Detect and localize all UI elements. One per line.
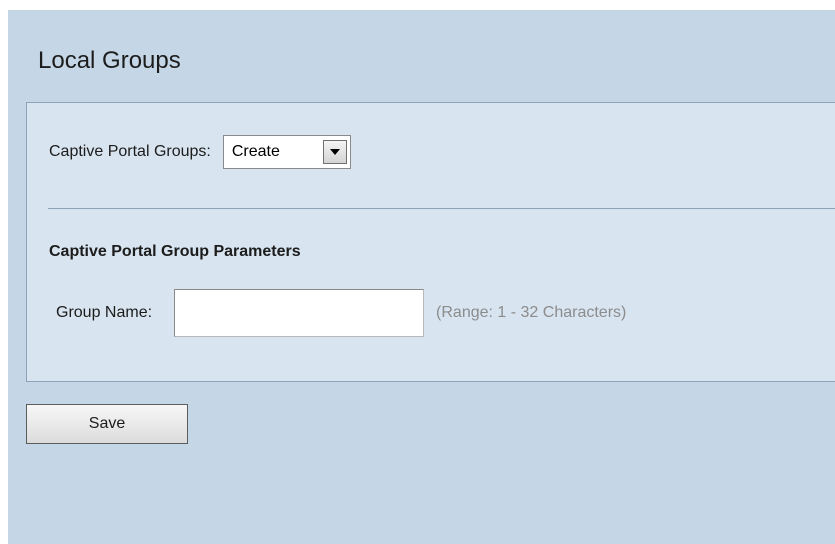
parameters-heading: Captive Portal Group Parameters xyxy=(49,243,301,260)
captive-portal-groups-select[interactable]: Create xyxy=(222,135,351,169)
page-title: Local Groups xyxy=(38,47,181,74)
section-divider xyxy=(48,208,835,209)
group-name-input[interactable] xyxy=(174,289,425,337)
group-name-row: Group Name: (Range: 1 - 32 Characters) xyxy=(56,289,626,337)
chevron-down-icon[interactable] xyxy=(322,140,347,164)
captive-portal-groups-row: Captive Portal Groups: Create xyxy=(49,135,351,169)
page-container: Local Groups Captive Portal Groups: Crea… xyxy=(8,10,835,544)
group-name-range-hint: (Range: 1 - 32 Characters) xyxy=(436,304,627,321)
captive-portal-groups-label: Captive Portal Groups: xyxy=(49,143,211,160)
settings-panel: Captive Portal Groups: Create Captive Po… xyxy=(26,102,835,382)
group-name-label: Group Name: xyxy=(56,304,153,321)
save-button[interactable]: Save xyxy=(26,404,188,444)
